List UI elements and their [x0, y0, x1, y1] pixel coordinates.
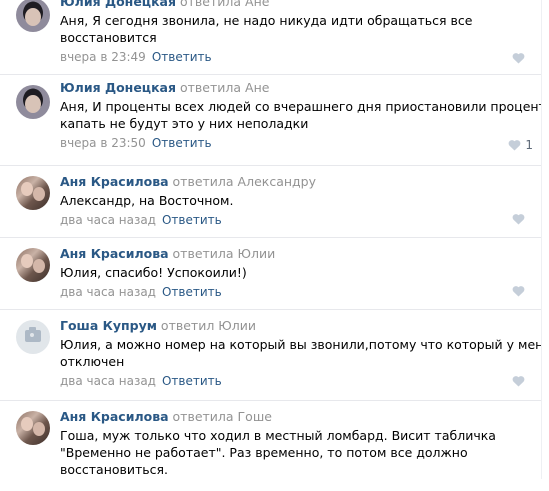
- heart-icon: [512, 376, 525, 387]
- comment-time[interactable]: два часа назад: [60, 213, 156, 227]
- like-button[interactable]: [512, 375, 525, 387]
- replied-to[interactable]: ответила Ане: [180, 80, 269, 95]
- comment-author[interactable]: Аня Красилова: [60, 246, 169, 261]
- camera-icon: [25, 327, 41, 342]
- reply-button[interactable]: Ответить: [162, 285, 222, 299]
- avatar[interactable]: [16, 0, 50, 32]
- comment-author[interactable]: Юлия Донецкая: [60, 0, 176, 9]
- comment-time[interactable]: вчера в 23:50: [60, 136, 146, 150]
- comment-item: Аня Красилова ответила Гоше Гоша, муж то…: [0, 401, 541, 491]
- comment-text: Гоша, муж только что ходил в местный лом…: [60, 428, 496, 477]
- like-button[interactable]: [512, 285, 525, 297]
- reply-button[interactable]: Ответить: [162, 374, 222, 388]
- comment-author[interactable]: Гоша Купрум: [60, 318, 157, 333]
- replied-to[interactable]: ответил Юлии: [161, 318, 256, 333]
- heart-icon: [512, 53, 525, 64]
- avatar[interactable]: [16, 320, 50, 354]
- heart-icon: [512, 286, 525, 297]
- reply-button[interactable]: Ответить: [162, 213, 222, 227]
- scrollbar[interactable]: [541, 0, 549, 479]
- comment-item: Аня Красилова ответила Александру Алекса…: [0, 166, 541, 238]
- avatar[interactable]: [16, 411, 50, 445]
- like-button[interactable]: [512, 213, 525, 225]
- comments-list: Юлия Донецкая ответила Ане Аня, Я сегодн…: [0, 0, 549, 491]
- avatar[interactable]: [16, 176, 50, 210]
- reply-button[interactable]: Ответить: [152, 136, 212, 150]
- like-button[interactable]: 1: [508, 138, 533, 152]
- like-button[interactable]: [512, 52, 525, 64]
- comment-author[interactable]: Аня Красилова: [60, 409, 169, 424]
- replied-to[interactable]: ответила Александру: [173, 174, 316, 189]
- like-count: 1: [525, 138, 533, 152]
- comment-time[interactable]: два часа назад: [60, 285, 156, 299]
- replied-to[interactable]: ответила Гоше: [173, 409, 272, 424]
- comment-author[interactable]: Юлия Донецкая: [60, 80, 176, 95]
- comment-text: Александр, на Восточном.: [60, 193, 234, 208]
- comment-text: Аня, И проценты всех людей со вчерашнего…: [60, 99, 549, 131]
- heart-icon: [508, 140, 521, 151]
- reply-button[interactable]: Ответить: [152, 50, 212, 64]
- comment-text: Юлия, спасибо! Успокоили!): [60, 265, 247, 280]
- comment-item: Аня Красилова ответила Юлии Юлия, спасиб…: [0, 238, 541, 310]
- comment-item: Юлия Донецкая ответила Ане Аня, Я сегодн…: [0, 0, 541, 75]
- replied-to[interactable]: ответила Ане: [180, 0, 269, 9]
- comment-time[interactable]: вчера в 23:49: [60, 50, 146, 64]
- heart-icon: [512, 214, 525, 225]
- replied-to[interactable]: ответила Юлии: [173, 246, 276, 261]
- comment-text: Юлия, а можно номер на который вы звонил…: [60, 337, 549, 369]
- comment-text: Аня, Я сегодня звонила, не надо никуда и…: [60, 13, 473, 45]
- comment-item: Юлия Донецкая ответила Ане Аня, И процен…: [0, 75, 549, 166]
- avatar[interactable]: [16, 85, 50, 119]
- comment-item: Гоша Купрум ответил Юлии Юлия, а можно н…: [0, 310, 549, 401]
- avatar[interactable]: [16, 248, 50, 282]
- comment-author[interactable]: Аня Красилова: [60, 174, 169, 189]
- comment-time[interactable]: два часа назад: [60, 374, 156, 388]
